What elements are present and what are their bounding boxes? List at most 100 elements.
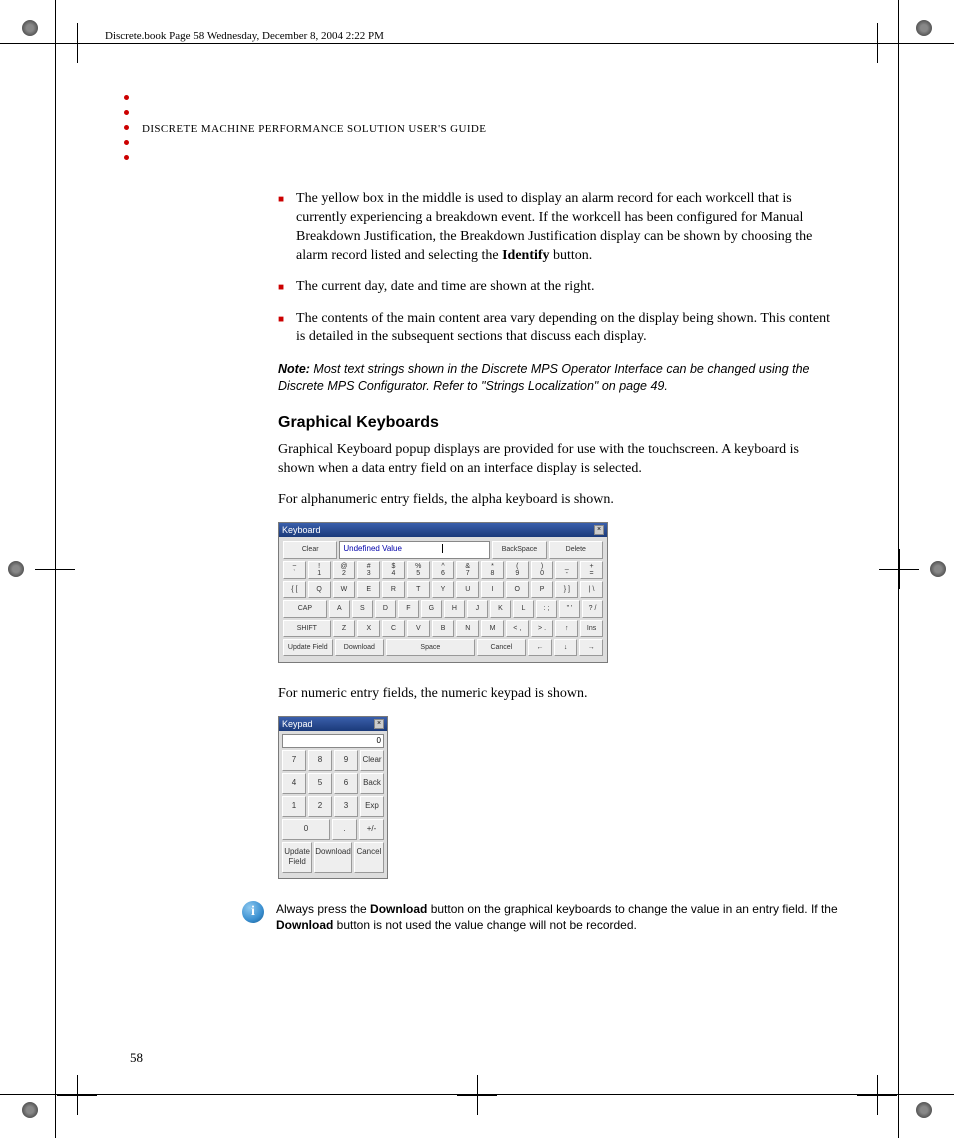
- key: D: [375, 600, 396, 617]
- keyboard-figure: Keyboard × Clear Undefined Value BackSpa…: [278, 522, 608, 663]
- keypad-titlebar: Keypad ×: [279, 717, 387, 731]
- key: M: [481, 620, 504, 637]
- key: _-: [555, 561, 578, 579]
- key: B: [432, 620, 455, 637]
- key: I: [481, 581, 504, 598]
- keypad-key: 9: [334, 750, 358, 771]
- margin-dots: [124, 95, 129, 160]
- key-clear: Clear: [283, 541, 337, 558]
- crop-ornament: [22, 1102, 38, 1118]
- keypad-key: 0: [282, 819, 330, 840]
- key-backspace: BackSpace: [492, 541, 546, 558]
- key: < ,: [506, 620, 529, 637]
- bullet-icon: ■: [278, 310, 284, 348]
- key-delete: Delete: [549, 541, 603, 558]
- key: X: [357, 620, 380, 637]
- keypad-key: 8: [308, 750, 332, 771]
- key: (9: [506, 561, 529, 579]
- key: ~`: [283, 561, 306, 579]
- crop-cross: [462, 1080, 492, 1110]
- key: W: [333, 581, 356, 598]
- key: " ': [559, 600, 580, 617]
- bullet-text: The yellow box in the middle is used to …: [296, 190, 838, 266]
- key: : ;: [536, 600, 557, 617]
- crop-ornament: [22, 20, 38, 36]
- bullet-text: The contents of the main content area va…: [296, 310, 838, 348]
- keypad-key: Download: [314, 842, 352, 874]
- key: Q: [308, 581, 331, 598]
- keypad-key: .: [332, 819, 357, 840]
- key: ^6: [432, 561, 455, 579]
- key: A: [329, 600, 350, 617]
- bullet-icon: ■: [278, 190, 284, 266]
- key: S: [352, 600, 373, 617]
- section-heading: Graphical Keyboards: [278, 412, 838, 434]
- key: *8: [481, 561, 504, 579]
- key: T: [407, 581, 430, 598]
- key-arrow-down: ↓: [554, 639, 578, 656]
- crop-ornament: [8, 561, 24, 577]
- keypad-key: Exp: [360, 796, 384, 817]
- crop-cross: [62, 28, 92, 58]
- crop-cross: [62, 1080, 92, 1110]
- keypad-key: 5: [308, 773, 332, 794]
- bullet-item: ■ The yellow box in the middle is used t…: [278, 190, 838, 266]
- key: } ]: [555, 581, 578, 598]
- key: R: [382, 581, 405, 598]
- key: E: [357, 581, 380, 598]
- keypad-key: 3: [334, 796, 358, 817]
- close-icon: ×: [594, 525, 604, 535]
- keypad-figure: Keypad × 0 789Clear 456Back 123Exp 0.+/-…: [278, 716, 388, 879]
- key: | \: [580, 581, 603, 598]
- key: CAP: [283, 600, 327, 617]
- info-callout: i Always press the Download button on th…: [242, 901, 838, 933]
- crop-ornament: [930, 561, 946, 577]
- key-space: Space: [386, 639, 474, 656]
- crop-cross: [862, 28, 892, 58]
- key: ? /: [582, 600, 603, 617]
- key: N: [456, 620, 479, 637]
- key: ↑: [555, 620, 578, 637]
- info-text: Always press the Download button on the …: [276, 901, 838, 933]
- keypad-key: 6: [334, 773, 358, 794]
- crop-cross: [884, 554, 914, 584]
- key: SHIFT: [283, 620, 331, 637]
- key: J: [467, 600, 488, 617]
- keypad-key: Update Field: [282, 842, 312, 874]
- keypad-key: Back: [360, 773, 384, 794]
- paragraph: For alphanumeric entry fields, the alpha…: [278, 491, 838, 510]
- key: P: [531, 581, 554, 598]
- keypad-title-text: Keypad: [282, 718, 313, 730]
- keypad-key: +/-: [359, 819, 384, 840]
- key: Z: [333, 620, 356, 637]
- keypad-key: 7: [282, 750, 306, 771]
- key-download: Download: [335, 639, 385, 656]
- bullet-item: ■ The contents of the main content area …: [278, 310, 838, 348]
- keypad-input-field: 0: [282, 734, 384, 748]
- crop-cross: [40, 554, 70, 584]
- key: +=: [580, 561, 603, 579]
- key: V: [407, 620, 430, 637]
- bullet-icon: ■: [278, 278, 284, 298]
- key: @2: [333, 561, 356, 579]
- paragraph: Graphical Keyboard popup displays are pr…: [278, 441, 838, 479]
- crop-cross: [862, 1080, 892, 1110]
- key: Y: [432, 581, 455, 598]
- key-cancel: Cancel: [477, 639, 527, 656]
- key-arrow-left: ←: [528, 639, 552, 656]
- key: > .: [531, 620, 554, 637]
- key: C: [382, 620, 405, 637]
- key: G: [421, 600, 442, 617]
- keyboard-input-field: Undefined Value: [339, 541, 490, 558]
- keypad-key: Clear: [360, 750, 384, 771]
- page-header-info: Discrete.book Page 58 Wednesday, Decembe…: [105, 30, 384, 42]
- crop-ornament: [916, 1102, 932, 1118]
- key: $4: [382, 561, 405, 579]
- info-icon: i: [242, 901, 264, 923]
- key: L: [513, 600, 534, 617]
- key: !1: [308, 561, 331, 579]
- key: #3: [357, 561, 380, 579]
- key-update-field: Update Field: [283, 639, 333, 656]
- bullet-text: The current day, date and time are shown…: [296, 278, 594, 298]
- bullet-item: ■ The current day, date and time are sho…: [278, 278, 838, 298]
